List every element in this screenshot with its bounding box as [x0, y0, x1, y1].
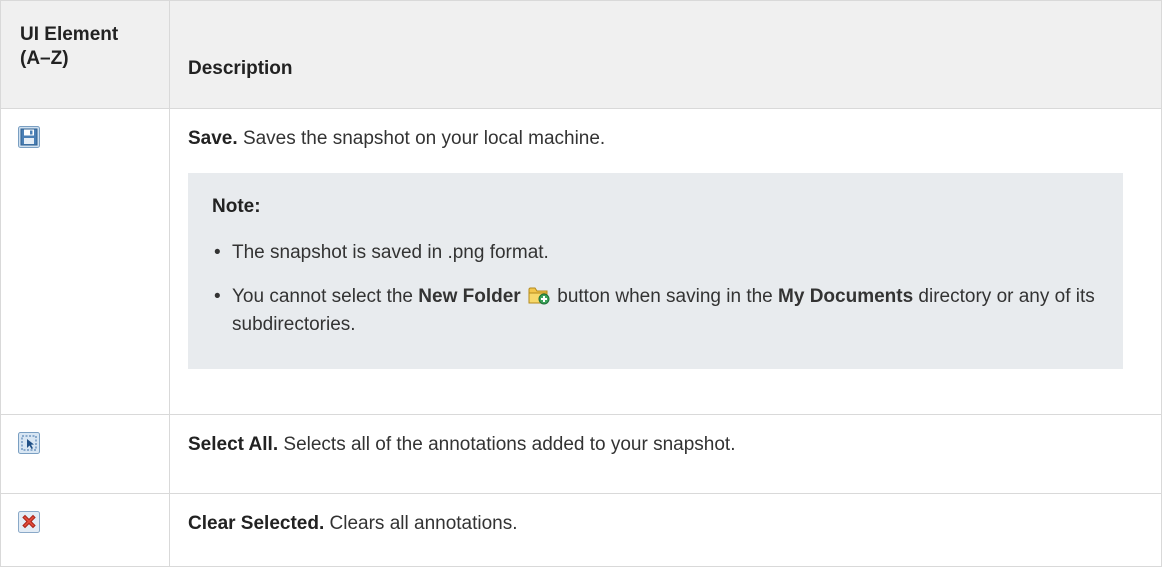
save-disk-icon: [18, 126, 40, 148]
header-description-label: Description: [188, 58, 293, 79]
note-item-part1: You cannot select the: [232, 286, 419, 307]
ui-element-cell: [0, 493, 170, 567]
note-item-part2: button when saving in the: [551, 286, 779, 307]
description-text: Selects all of the annotations added to …: [283, 434, 736, 455]
ui-element-table: UI Element (A–Z) Description Save. Saves…: [0, 0, 1162, 567]
table-row: Save. Saves the snapshot on your local m…: [0, 108, 1162, 415]
table-header-row: UI Element (A–Z) Description: [0, 0, 1162, 109]
new-folder-icon: [528, 287, 550, 305]
term-label: Select All.: [188, 434, 279, 455]
ui-element-cell: [0, 414, 170, 494]
description-cell: Select All. Selects all of the annotatio…: [169, 414, 1162, 494]
description-cell: Save. Saves the snapshot on your local m…: [169, 108, 1162, 415]
my-documents-term: My Documents: [778, 286, 914, 307]
term-label: Clear Selected.: [188, 513, 325, 534]
list-item: • The snapshot is saved in .png format.: [212, 239, 1105, 267]
table-row: Clear Selected. Clears all annotations.: [0, 493, 1162, 567]
note-box: Note: • The snapshot is saved in .png fo…: [188, 173, 1123, 369]
header-description: Description: [169, 0, 1162, 109]
description-cell: Clear Selected. Clears all annotations.: [169, 493, 1162, 567]
list-item: • You cannot select the New Folder butto…: [212, 283, 1105, 339]
note-title: Note:: [212, 196, 261, 217]
note-list: • The snapshot is saved in .png format. …: [212, 239, 1105, 339]
table-row: Select All. Selects all of the annotatio…: [0, 414, 1162, 494]
header-ui-element: UI Element (A–Z): [0, 0, 170, 109]
description-text: Clears all annotations.: [329, 513, 518, 534]
new-folder-term: New Folder: [418, 286, 521, 307]
bullet-icon: •: [214, 242, 221, 263]
note-item-text: The snapshot is saved in .png format.: [232, 242, 549, 263]
header-ui-element-label: UI Element (A–Z): [20, 24, 119, 69]
description-text: Saves the snapshot on your local machine…: [242, 128, 606, 149]
term-label: Save.: [188, 128, 238, 149]
clear-selected-icon: [18, 511, 40, 533]
bullet-icon: •: [214, 286, 221, 307]
ui-element-cell: [0, 108, 170, 415]
row-description: Save. Saves the snapshot on your local m…: [188, 126, 1141, 152]
select-all-icon: [18, 432, 40, 454]
